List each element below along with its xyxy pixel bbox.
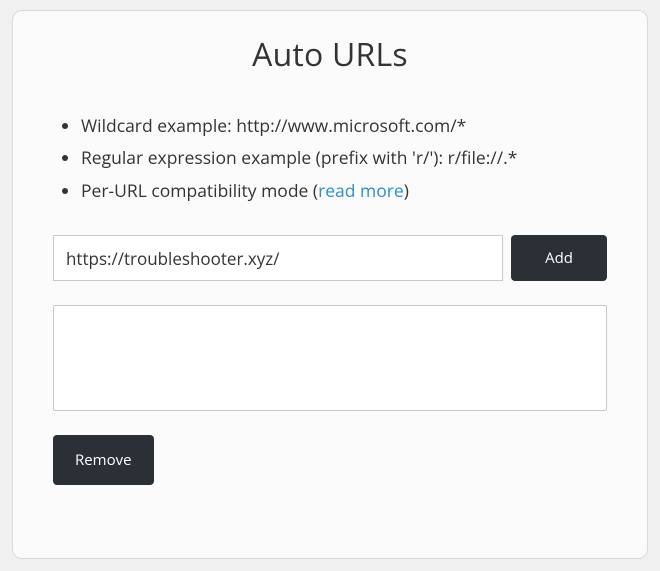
panel-title: Auto URLs [53,33,607,76]
auto-urls-panel: Auto URLs Wildcard example: http://www.m… [12,10,648,559]
remove-button[interactable]: Remove [53,435,154,485]
info-compat: Per-URL compatibility mode (read more) [81,175,607,207]
info-list: Wildcard example: http://www.microsoft.c… [53,110,607,207]
info-compat-prefix: Per-URL compatibility mode ( [81,179,318,203]
add-button[interactable]: Add [511,235,607,281]
info-regex: Regular expression example (prefix with … [81,142,607,174]
info-compat-suffix: ) [404,179,409,203]
url-input[interactable] [53,235,503,281]
url-listbox[interactable] [53,305,607,411]
url-input-row: Add [53,235,607,281]
info-wildcard: Wildcard example: http://www.microsoft.c… [81,110,607,142]
read-more-link[interactable]: read more [318,179,404,203]
